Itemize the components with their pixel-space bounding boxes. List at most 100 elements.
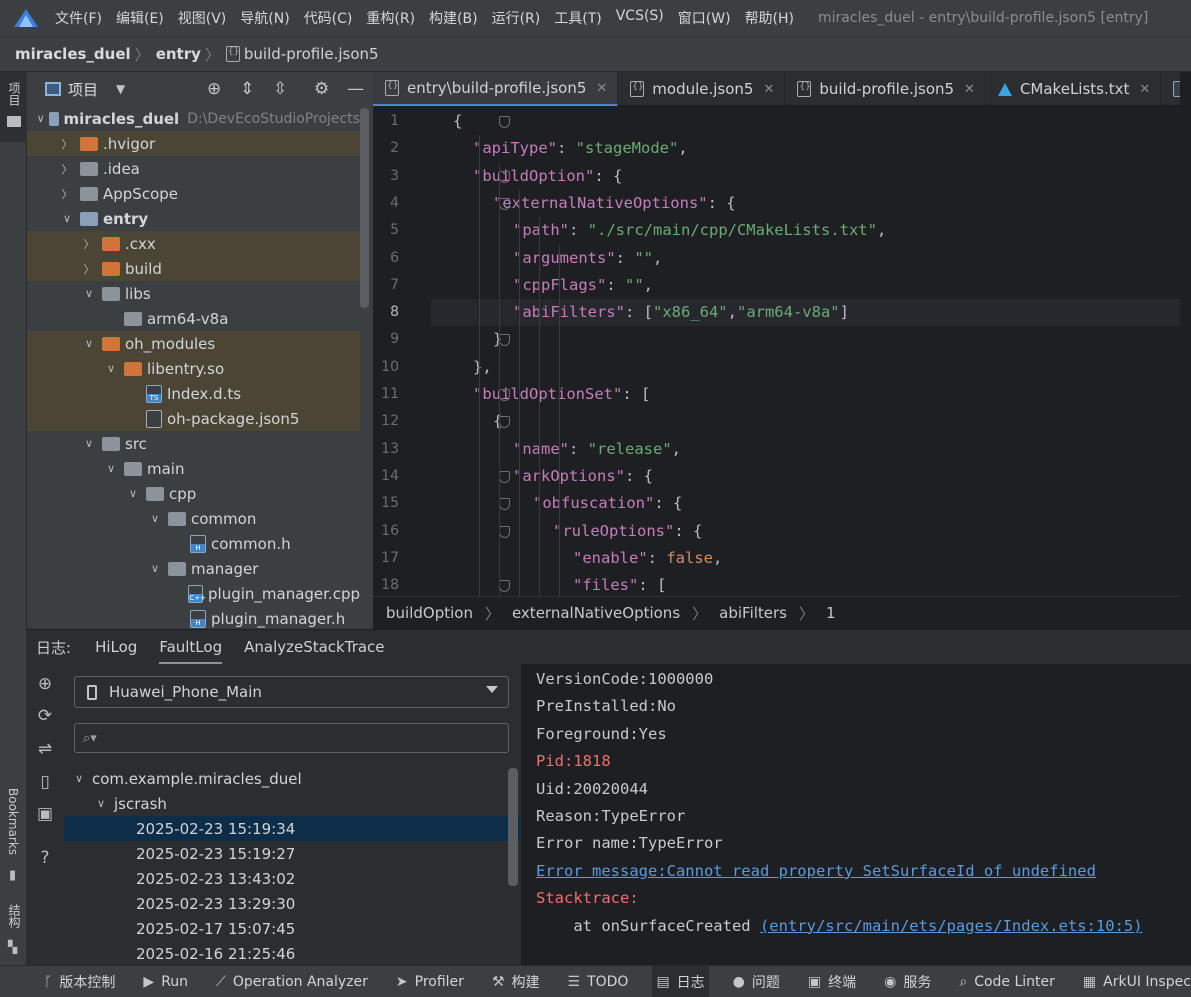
chevron-down-icon[interactable]: ∨ bbox=[80, 287, 98, 300]
tree-item[interactable]: 〉 build bbox=[27, 256, 360, 281]
chevron-down-icon[interactable]: ∨ bbox=[92, 797, 110, 810]
chevron-right-icon[interactable]: 〉 bbox=[80, 236, 98, 252]
tree-item[interactable]: 〉 .idea bbox=[27, 156, 360, 181]
tree-item[interactable]: 〉arm64-v8a bbox=[27, 306, 360, 331]
chevron-down-icon[interactable]: ∨ bbox=[80, 437, 98, 450]
tree-item[interactable]: 〉oh-package.json5 bbox=[27, 406, 360, 431]
chevron-down-icon[interactable]: ∨ bbox=[36, 112, 45, 125]
close-icon[interactable]: ✕ bbox=[1139, 82, 1150, 97]
tool-window-button[interactable]: ◉ 服务 bbox=[880, 966, 935, 997]
fault-search-input[interactable] bbox=[100, 730, 481, 746]
tree-item[interactable]: ∨ libs bbox=[27, 281, 360, 306]
log-tab[interactable]: HiLog bbox=[95, 630, 137, 664]
tool-window-button[interactable]: ⚒ 构建 bbox=[488, 966, 544, 997]
chevron-down-icon[interactable]: ▼ bbox=[116, 82, 125, 96]
expand-all-icon[interactable]: ⇕ bbox=[240, 79, 254, 99]
menu-item[interactable]: 编辑(E) bbox=[116, 8, 164, 28]
device-icon[interactable]: ▯ bbox=[35, 772, 55, 792]
chevron-down-icon[interactable]: ∨ bbox=[124, 487, 142, 500]
chevron-down-icon[interactable]: ∨ bbox=[58, 212, 76, 225]
tool-window-button[interactable]: ▶ Run bbox=[139, 966, 192, 997]
code-breadcrumb-item[interactable]: abiFilters bbox=[719, 604, 787, 622]
fault-log-output[interactable]: VersionCode:1000000 PreInstalled:No Foregr… bbox=[522, 664, 1191, 966]
tree-item[interactable]: ∨ manager bbox=[27, 556, 360, 581]
project-panel-title[interactable]: 项目 bbox=[68, 79, 98, 100]
menu-item[interactable]: 帮助(H) bbox=[745, 8, 794, 28]
fold-marker-icon[interactable] bbox=[499, 525, 510, 538]
code-area[interactable]: {"apiType": "stageMode", "buildOption": {… bbox=[431, 106, 1191, 596]
bookmarks-tool-button[interactable]: Bookmarks ▮ bbox=[0, 788, 27, 888]
log-link[interactable]: Error message:Cannot read property SetSu… bbox=[536, 862, 1096, 880]
tree-item[interactable]: ∨ libentry.so bbox=[27, 356, 360, 381]
editor-tab[interactable]: CMakeLists.txt ✕ bbox=[986, 72, 1162, 106]
menu-item[interactable]: 导航(N) bbox=[240, 8, 289, 28]
tool-window-button[interactable]: ➤ Profiler bbox=[392, 966, 468, 997]
gear-icon[interactable]: ⚙ bbox=[314, 79, 329, 99]
tree-item[interactable]: ∨ src bbox=[27, 431, 360, 456]
chevron-right-icon[interactable]: 〉 bbox=[58, 186, 76, 202]
save-icon[interactable]: ▣ bbox=[35, 804, 55, 824]
tool-window-button[interactable]: ● 问题 bbox=[729, 966, 784, 997]
breadcrumb-project[interactable]: miracles_duel bbox=[15, 45, 131, 63]
code-breadcrumb-item[interactable]: 1 bbox=[826, 604, 836, 622]
refresh-icon[interactable]: ⟳ bbox=[35, 706, 55, 726]
fold-marker-icon[interactable] bbox=[499, 470, 510, 483]
tree-item[interactable]: ∨ oh_modules bbox=[27, 331, 360, 356]
tool-window-button[interactable]: ⟋ Operation Analyzer bbox=[212, 966, 372, 997]
menu-item[interactable]: 视图(V) bbox=[178, 8, 227, 28]
fault-entry[interactable]: 2025-02-16 21:25:46 bbox=[64, 941, 520, 966]
chevron-down-icon[interactable]: ∨ bbox=[146, 512, 164, 525]
menu-item[interactable]: 文件(F) bbox=[55, 8, 102, 28]
source-location-link[interactable]: (entry/src/main/ets/pages/Index.ets:10:5… bbox=[760, 917, 1143, 935]
tool-window-button[interactable]: ▦ ArkUI Inspector bbox=[1079, 966, 1191, 997]
close-icon[interactable]: ✕ bbox=[964, 82, 975, 97]
minimize-icon[interactable]: — bbox=[347, 79, 364, 99]
tree-item[interactable]: ∨ main bbox=[27, 456, 360, 481]
tree-item[interactable]: ∨ common bbox=[27, 506, 360, 531]
structure-tool-button[interactable]: 结构 ▚ bbox=[0, 904, 27, 954]
tool-window-button[interactable]: ▣ 终端 bbox=[804, 966, 860, 997]
tree-item[interactable]: ∨ cpp bbox=[27, 481, 360, 506]
tree-item[interactable]: 〉 AppScope bbox=[27, 181, 360, 206]
code-breadcrumb-item[interactable]: externalNativeOptions bbox=[512, 604, 680, 622]
editor-scroll-strip[interactable] bbox=[1180, 72, 1191, 629]
chevron-down-icon[interactable]: ∨ bbox=[146, 562, 164, 575]
fault-entry[interactable]: 2025-02-23 15:19:27 bbox=[64, 841, 520, 866]
help-icon[interactable]: ? bbox=[35, 848, 55, 868]
log-tab[interactable]: FaultLog bbox=[159, 630, 223, 664]
chevron-down-icon[interactable]: ∨ bbox=[102, 462, 120, 475]
editor-tab[interactable]: build-profile.json5 ✕ bbox=[785, 72, 986, 106]
collapse-all-icon[interactable]: ⇳ bbox=[273, 79, 287, 99]
menu-item[interactable]: 构建(B) bbox=[429, 8, 478, 28]
tree-item[interactable]: 〉Hcommon.h bbox=[27, 531, 360, 556]
tree-item[interactable]: 〉 .cxx bbox=[27, 231, 360, 256]
fold-marker-icon[interactable] bbox=[499, 498, 510, 511]
chevron-down-icon[interactable]: ∨ bbox=[102, 362, 120, 375]
tree-item[interactable]: 〉Hplugin_manager.h bbox=[27, 606, 360, 629]
fold-marker-icon[interactable] bbox=[499, 116, 510, 128]
code-breadcrumb-item[interactable]: buildOption bbox=[386, 604, 473, 622]
tree-item[interactable]: 〉TSIndex.d.ts bbox=[27, 381, 360, 406]
tool-window-button[interactable]: ⌕ Code Linter bbox=[955, 966, 1059, 997]
chevron-down-icon[interactable]: ∨ bbox=[70, 772, 88, 785]
target-icon[interactable]: ⊕ bbox=[35, 674, 55, 694]
close-icon[interactable]: ✕ bbox=[596, 81, 607, 96]
log-tab[interactable]: AnalyzeStackTrace bbox=[244, 630, 384, 664]
tree-item[interactable]: 〉C++plugin_manager.cpp bbox=[27, 581, 360, 606]
category-node[interactable]: ∨ jscrash bbox=[64, 791, 520, 816]
wrap-icon[interactable]: ⇌ bbox=[35, 739, 55, 759]
menu-item[interactable]: 窗口(W) bbox=[678, 8, 731, 28]
fault-entry[interactable]: 2025-02-23 13:29:30 bbox=[64, 891, 520, 916]
editor-tab[interactable]: module.json5 ✕ bbox=[618, 72, 786, 106]
tool-window-button[interactable]: ▤ 日志 bbox=[652, 965, 709, 997]
menu-item[interactable]: 代码(C) bbox=[304, 8, 353, 28]
fault-list-scrollbar[interactable] bbox=[508, 768, 518, 886]
tool-window-button[interactable]: ᚴ 版本控制 bbox=[40, 966, 119, 997]
breadcrumb-file[interactable]: build-profile.json5 bbox=[244, 45, 379, 63]
editor-tab[interactable]: entry\build-profile.json5 ✕ bbox=[373, 72, 619, 106]
menu-item[interactable]: VCS(S) bbox=[616, 8, 664, 28]
breadcrumb-module[interactable]: entry bbox=[156, 45, 201, 63]
project-tool-button[interactable]: 项目 bbox=[0, 72, 27, 142]
menu-item[interactable]: 工具(T) bbox=[554, 8, 601, 28]
fault-search-field[interactable]: ⌕▾ bbox=[74, 723, 509, 753]
